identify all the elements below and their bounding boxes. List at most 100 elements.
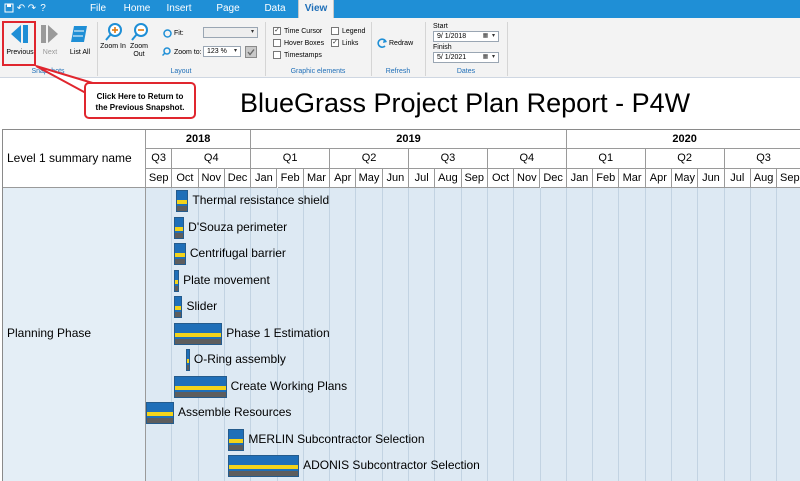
month-header-cell: Mar <box>303 169 331 188</box>
task-bar-progress <box>174 279 179 284</box>
month-header-cell: Oct <box>172 169 199 188</box>
task-bar[interactable] <box>175 190 189 212</box>
month-header-cell: Sep <box>146 169 173 188</box>
month-gridline <box>671 188 672 481</box>
month-header-cell: Aug <box>750 169 778 188</box>
group-name: Planning Phase <box>7 326 92 340</box>
task-label: Plate movement <box>183 272 270 287</box>
task-bar-progress <box>229 438 244 443</box>
task-bar-shadow <box>176 206 188 211</box>
callout-tooltip: Click Here to Return to the Previous Sna… <box>84 82 196 119</box>
month-header-cell: Sep <box>461 169 488 188</box>
task-bar-shadow <box>147 418 173 423</box>
month-header-cell: Feb <box>593 169 620 188</box>
month-gridline <box>697 188 699 481</box>
month-gridline <box>749 188 751 481</box>
callout-line-2: the Previous Snapshot. <box>95 103 185 112</box>
month-header-cell: Mar <box>619 169 646 188</box>
month-gridline <box>776 188 778 481</box>
task-label: Create Working Plans <box>230 378 348 393</box>
quarter-header-cell: Q3 <box>724 149 800 169</box>
task-bar-progress <box>174 385 226 390</box>
quarter-header-cell: Q1 <box>251 149 331 169</box>
task-bar-shadow <box>174 232 184 238</box>
task-bar-progress <box>176 200 188 204</box>
task-bar-progress <box>174 226 184 231</box>
task-bar[interactable] <box>173 322 223 345</box>
task-label: Thermal resistance shield <box>192 193 330 207</box>
month-gridline <box>618 188 620 481</box>
month-gridline <box>565 188 567 481</box>
month-gridline <box>513 188 515 481</box>
month-header-cell: Jul <box>409 169 436 188</box>
month-header-cell: Aug <box>435 169 462 188</box>
task-bar-progress <box>174 253 185 257</box>
month-header-cell: Jul <box>724 169 751 188</box>
task-bar[interactable] <box>228 428 245 451</box>
callout-line-1: Click Here to Return to <box>96 92 184 101</box>
task-bar-shadow <box>229 444 244 450</box>
task-label: O-Ring assembly <box>193 352 286 366</box>
task-bar[interactable] <box>173 269 180 292</box>
quarter-header-cell: Q4 <box>487 149 567 169</box>
month-header-cell: May <box>672 169 699 188</box>
quarter-header-cell: Q3 <box>409 149 488 169</box>
report-title: BlueGrass Project Plan Report - P4W <box>240 88 691 118</box>
level-header-label: Level 1 summary name <box>7 151 132 165</box>
task-bar-shadow <box>174 391 226 397</box>
task-bar-progress <box>174 332 222 337</box>
month-gridline <box>539 188 541 481</box>
month-header-cell: Nov <box>514 169 541 188</box>
task-bar-progress <box>186 359 189 363</box>
task-label: Centrifugal barrier <box>189 246 286 260</box>
quarter-header-cell: Q3 <box>146 149 173 169</box>
task-bar-progress <box>147 412 173 416</box>
task-bar-progress <box>229 465 299 469</box>
task-label: Slider <box>186 299 218 313</box>
task-bar[interactable] <box>173 375 227 398</box>
year-header-cell: 2018 <box>146 130 252 149</box>
task-bar[interactable] <box>228 455 300 477</box>
month-gridline <box>460 188 462 481</box>
task-bar-shadow <box>174 338 222 344</box>
month-header-cell: Jun <box>698 169 725 188</box>
task-bar-shadow <box>174 259 185 264</box>
month-header-cell: Dec <box>540 169 567 188</box>
task-label: Phase 1 Estimation <box>226 325 330 340</box>
quarter-header-cell: Q1 <box>566 149 646 169</box>
month-header-cell: Apr <box>645 169 672 188</box>
month-header-cell: Sep <box>777 169 800 188</box>
task-bar-shadow <box>174 285 179 291</box>
header-label-cell: Level 1 summary name <box>3 130 146 188</box>
task-label: Assemble Resources <box>177 405 292 419</box>
task-bar[interactable] <box>173 296 183 318</box>
task-bar[interactable] <box>173 243 186 265</box>
month-gridline <box>486 188 488 481</box>
task-label: D'Souza perimeter <box>188 219 288 234</box>
task-bar[interactable] <box>185 349 190 371</box>
task-label: MERLIN Subcontractor Selection <box>248 431 425 446</box>
name-column: Planning Phase <box>3 188 146 481</box>
quarter-header-cell: Q2 <box>330 149 409 169</box>
task-label: ADONIS Subcontractor Selection <box>303 458 480 472</box>
task-bar-shadow <box>229 471 299 476</box>
year-header-cell: 2020 <box>566 130 800 149</box>
quarter-header-cell: Q4 <box>172 149 252 169</box>
month-header-cell: Oct <box>487 169 515 188</box>
month-header-cell: Apr <box>330 169 357 188</box>
task-bar[interactable] <box>146 402 174 424</box>
task-bar[interactable] <box>173 216 185 239</box>
month-header-cell: Feb <box>277 169 304 188</box>
month-header-cell: May <box>356 169 383 188</box>
month-gridline <box>592 188 594 481</box>
month-header-cell: Jun <box>382 169 409 188</box>
month-header-cell: Nov <box>198 169 225 188</box>
gantt-grid: Level 1 summary name Planning Phase Sep O… <box>2 129 800 481</box>
task-bar-progress <box>174 306 182 310</box>
month-header-cell: Jan <box>251 169 278 188</box>
month-header-cell: Jan <box>566 169 594 188</box>
task-bar-shadow <box>174 312 182 317</box>
month-header-cell: Dec <box>224 169 252 188</box>
task-bar-shadow <box>186 365 189 370</box>
quarter-header-cell: Q2 <box>645 149 725 169</box>
